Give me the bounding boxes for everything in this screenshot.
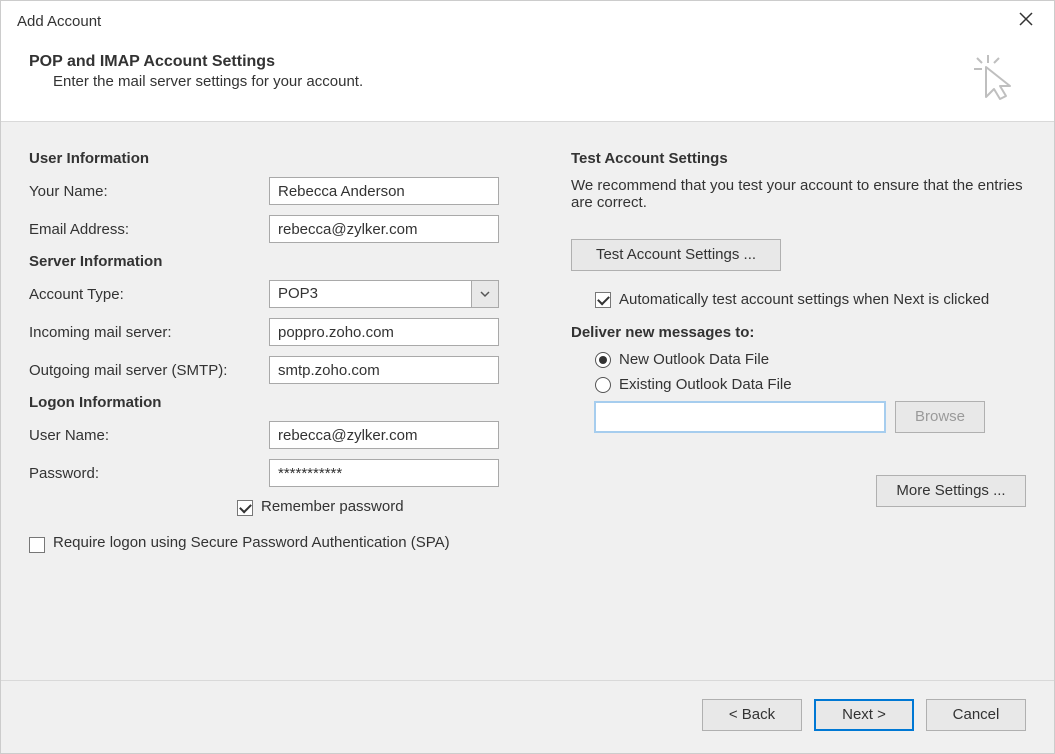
browse-button[interactable]: Browse (895, 401, 985, 433)
chevron-down-icon[interactable] (471, 280, 499, 308)
right-column: Test Account Settings We recommend that … (571, 146, 1026, 662)
user-info-title: User Information (29, 150, 539, 167)
password-label: Password: (29, 465, 269, 482)
next-button[interactable]: Next > (814, 699, 914, 731)
test-account-settings-button[interactable]: Test Account Settings ... (571, 239, 781, 271)
dialog-footer: < Back Next > Cancel (1, 680, 1054, 753)
outgoing-server-label: Outgoing mail server (SMTP): (29, 362, 269, 379)
test-settings-title: Test Account Settings (571, 150, 1026, 167)
add-account-window: Add Account POP and IMAP Account Setting… (0, 0, 1055, 754)
your-name-input[interactable] (269, 177, 499, 205)
account-type-label: Account Type: (29, 286, 269, 303)
email-address-label: Email Address: (29, 221, 269, 238)
email-address-input[interactable] (269, 215, 499, 243)
deliver-messages-title: Deliver new messages to: (571, 324, 1026, 341)
outgoing-server-input[interactable] (269, 356, 499, 384)
auto-test-label: Automatically test account settings when… (619, 289, 989, 310)
more-settings-button[interactable]: More Settings ... (876, 475, 1026, 507)
back-button[interactable]: < Back (702, 699, 802, 731)
server-info-title: Server Information (29, 253, 539, 270)
remember-password-checkbox[interactable] (237, 500, 253, 516)
close-icon[interactable] (1010, 7, 1042, 35)
dialog-content: User Information Your Name: Email Addres… (1, 122, 1054, 680)
username-input[interactable] (269, 421, 499, 449)
dialog-header: POP and IMAP Account Settings Enter the … (1, 39, 1054, 122)
existing-data-file-label: Existing Outlook Data File (619, 376, 792, 393)
left-column: User Information Your Name: Email Addres… (29, 146, 539, 662)
password-input[interactable] (269, 459, 499, 487)
existing-file-path-input[interactable] (595, 402, 885, 432)
spa-checkbox[interactable] (29, 537, 45, 553)
cancel-button[interactable]: Cancel (926, 699, 1026, 731)
your-name-label: Your Name: (29, 183, 269, 200)
account-type-value: POP3 (269, 280, 471, 308)
header-subheading: Enter the mail server settings for your … (29, 73, 363, 90)
incoming-server-input[interactable] (269, 318, 499, 346)
new-data-file-label: New Outlook Data File (619, 351, 769, 368)
cursor-click-icon (970, 53, 1018, 101)
remember-password-label: Remember password (261, 498, 404, 515)
test-settings-description: We recommend that you test your account … (571, 177, 1026, 211)
spa-label: Require logon using Secure Password Auth… (53, 534, 450, 551)
incoming-server-label: Incoming mail server: (29, 324, 269, 341)
new-data-file-radio[interactable] (595, 352, 611, 368)
existing-data-file-radio[interactable] (595, 377, 611, 393)
window-title: Add Account (17, 13, 101, 30)
username-label: User Name: (29, 427, 269, 444)
logon-info-title: Logon Information (29, 394, 539, 411)
account-type-select[interactable]: POP3 (269, 280, 499, 308)
header-heading: POP and IMAP Account Settings (29, 53, 363, 71)
auto-test-checkbox[interactable] (595, 292, 611, 308)
titlebar: Add Account (1, 1, 1054, 39)
